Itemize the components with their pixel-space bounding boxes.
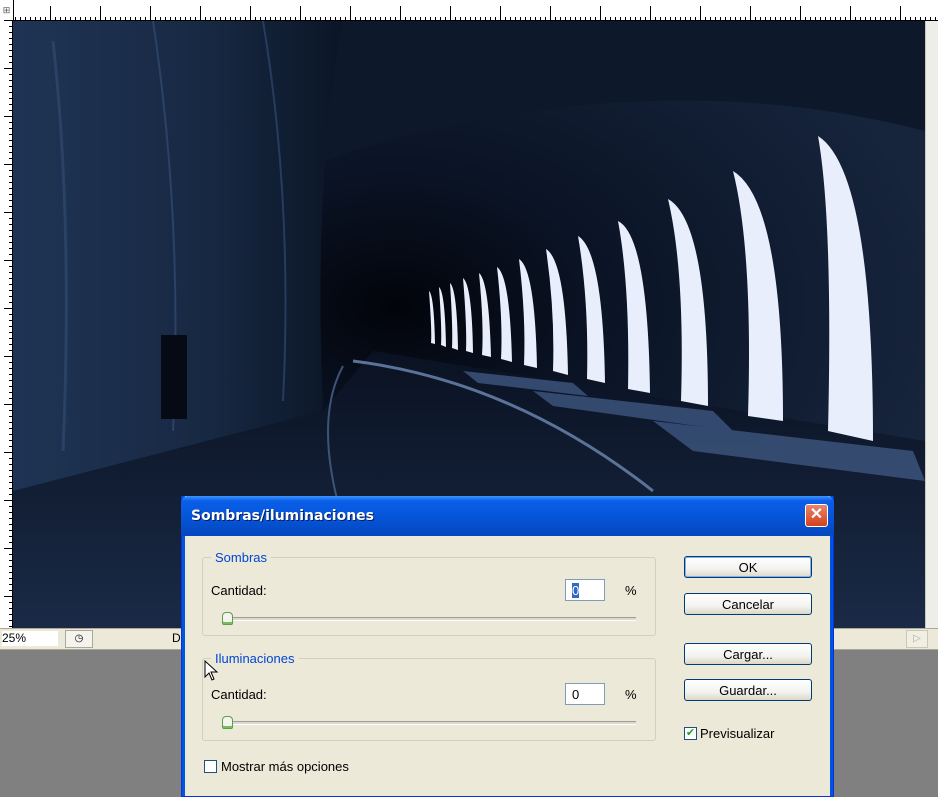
shadows-amount-label: Cantidad: xyxy=(211,583,267,598)
more-options-checkbox[interactable] xyxy=(204,760,217,773)
ok-button[interactable]: OK xyxy=(684,556,812,578)
mouse-pointer-icon xyxy=(204,660,219,681)
vertical-scrollbar[interactable] xyxy=(925,21,938,628)
zoom-level-field[interactable]: 25% xyxy=(2,631,58,646)
shadows-amount-slider-track[interactable] xyxy=(222,617,636,621)
close-button[interactable]: ✕ xyxy=(805,504,828,527)
dialog-title: Sombras/iluminaciones xyxy=(191,508,374,524)
highlights-amount-slider-track[interactable] xyxy=(222,721,636,725)
shadows-legend: Sombras xyxy=(215,550,268,565)
dialog-title-bar[interactable]: Sombras/iluminaciones ✕ xyxy=(181,496,834,536)
scroll-right-arrow[interactable]: ▷ xyxy=(906,630,928,648)
highlights-amount-slider-thumb[interactable] xyxy=(222,716,233,729)
highlights-amount-value: 0 xyxy=(572,687,580,702)
checkmark-icon: ✔ xyxy=(685,727,696,739)
vertical-ruler[interactable] xyxy=(0,20,13,628)
ruler-origin[interactable]: ⊞ xyxy=(0,0,14,21)
horizontal-ruler[interactable] xyxy=(0,0,938,21)
highlights-percent-unit: % xyxy=(625,687,637,702)
highlights-legend: Iluminaciones xyxy=(215,651,295,666)
preview-checkbox[interactable]: ✔ xyxy=(684,727,697,740)
save-button[interactable]: Guardar... xyxy=(684,679,812,701)
load-button[interactable]: Cargar... xyxy=(684,643,812,665)
more-options-label[interactable]: Mostrar más opciones xyxy=(221,759,349,774)
chevron-right-icon: ▷ xyxy=(913,633,921,644)
cancel-button[interactable]: Cancelar xyxy=(684,593,812,615)
close-icon: ✕ xyxy=(809,506,824,523)
status-menu-button[interactable]: ◷ xyxy=(65,630,93,648)
preview-label[interactable]: Previsualizar xyxy=(700,726,774,741)
shadows-amount-input[interactable]: 0 xyxy=(565,579,605,601)
highlights-amount-input[interactable]: 0 xyxy=(565,683,605,705)
shadows-highlights-dialog: Sombras/iluminaciones ✕ Sombras Cantidad… xyxy=(181,496,834,797)
clock-icon: ◷ xyxy=(74,633,84,644)
document-info-label: D xyxy=(172,631,181,645)
shadows-percent-unit: % xyxy=(625,583,637,598)
shadows-amount-value: 0 xyxy=(572,583,580,598)
highlights-amount-label: Cantidad: xyxy=(211,687,267,702)
shadows-amount-slider-thumb[interactable] xyxy=(222,612,233,625)
